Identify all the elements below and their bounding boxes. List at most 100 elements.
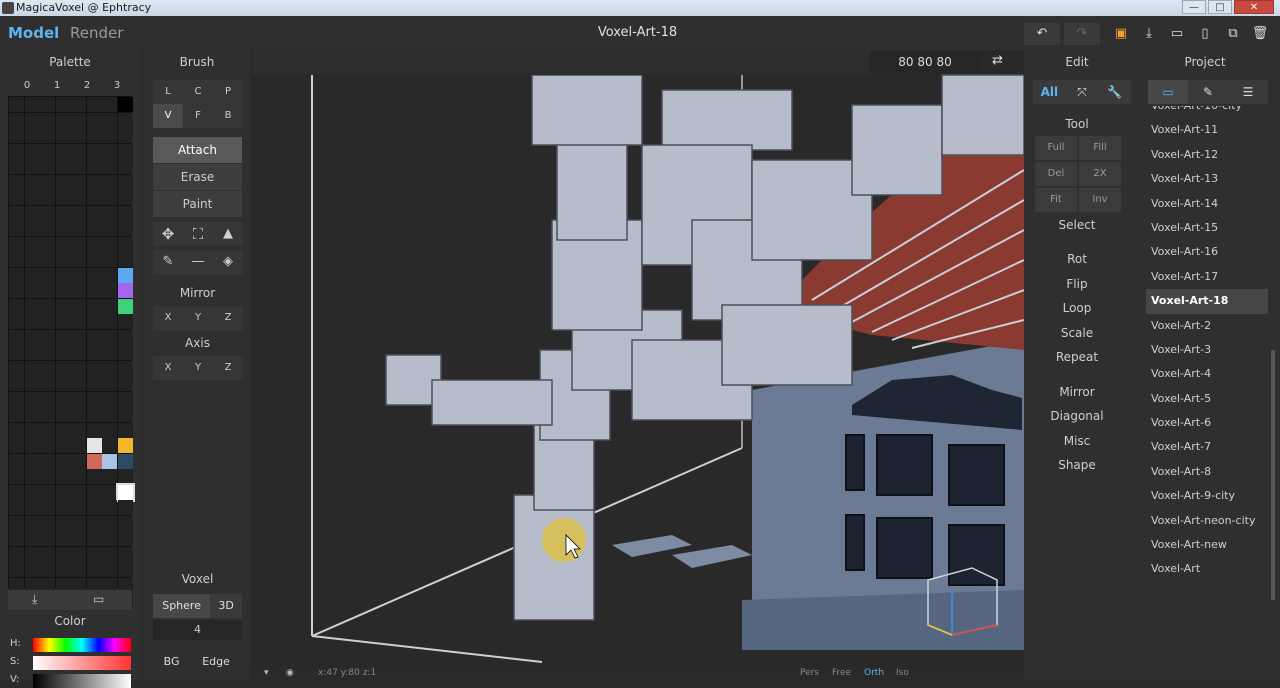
undo-button[interactable]: ↶ — [1024, 23, 1060, 45]
palette-swatch[interactable] — [24, 159, 40, 174]
palette-swatch[interactable] — [24, 500, 40, 515]
palette-swatch[interactable] — [55, 97, 71, 112]
palette-swatch[interactable] — [71, 174, 86, 190]
palette-swatch[interactable] — [55, 128, 71, 143]
palette-swatch[interactable] — [9, 407, 24, 422]
palette-swatch[interactable] — [86, 407, 102, 422]
palette-swatch[interactable] — [9, 360, 24, 376]
palette-swatch[interactable] — [71, 453, 86, 469]
palette-swatch[interactable] — [71, 112, 86, 128]
fit-button[interactable]: Fit — [1035, 188, 1077, 212]
palette-swatch[interactable] — [102, 329, 117, 345]
palette-swatch[interactable] — [86, 360, 102, 376]
view-orth[interactable]: Orth — [864, 668, 884, 678]
palette-swatch[interactable] — [102, 345, 117, 360]
attach-button[interactable]: Attach — [153, 137, 242, 163]
palette-swatch[interactable] — [40, 112, 55, 128]
palette-swatch[interactable] — [55, 360, 71, 376]
project-file-item[interactable]: Voxel-Art-16 — [1146, 240, 1268, 264]
palette-swatch[interactable] — [24, 515, 40, 531]
erase-button[interactable]: Erase — [153, 164, 242, 190]
project-file-item[interactable]: Voxel-Art-2 — [1146, 314, 1268, 338]
project-file-item[interactable]: Voxel-Art-4 — [1146, 362, 1268, 386]
palette-swatch[interactable] — [86, 422, 102, 438]
project-scrollbar[interactable] — [1271, 350, 1275, 600]
move-icon[interactable]: ✥ — [153, 222, 183, 246]
palette-swatch[interactable] — [24, 283, 40, 298]
flip-button[interactable]: Flip — [1024, 277, 1130, 291]
palette-swatch[interactable] — [55, 438, 71, 453]
scale-button[interactable]: Scale — [1024, 326, 1130, 340]
palette-swatch[interactable] — [102, 128, 117, 143]
palette-swatch[interactable] — [40, 283, 55, 298]
palette-swatch[interactable] — [24, 345, 40, 360]
palette-swatch[interactable] — [117, 422, 133, 438]
palette-swatch[interactable] — [9, 515, 24, 531]
palette-swatch[interactable] — [117, 562, 133, 577]
palette-swatch[interactable] — [86, 205, 102, 221]
palette-swatch[interactable] — [55, 190, 71, 205]
palette-swatch[interactable] — [71, 159, 86, 174]
palette-col[interactable]: 2 — [72, 80, 102, 94]
palette-swatch[interactable] — [40, 531, 55, 546]
palette-swatch[interactable] — [24, 546, 40, 562]
palette-swatch[interactable] — [9, 484, 24, 500]
palette-swatch[interactable] — [40, 484, 55, 500]
palette-swatch[interactable] — [117, 469, 133, 484]
folder-icon[interactable]: ▭ — [93, 592, 104, 606]
palette-swatch[interactable] — [24, 453, 40, 469]
palette-swatch[interactable] — [55, 391, 71, 407]
palette-swatch[interactable] — [24, 484, 40, 500]
palette-swatch[interactable] — [40, 391, 55, 407]
palette-swatch[interactable] — [9, 345, 24, 360]
palette-swatch[interactable] — [117, 267, 133, 283]
palette-swatch[interactable] — [24, 252, 40, 267]
palette-swatch[interactable] — [115, 482, 135, 502]
project-file-item[interactable]: Voxel-Art-12 — [1146, 143, 1268, 167]
bg-button[interactable]: BG — [153, 650, 190, 674]
palette-swatch[interactable] — [55, 500, 71, 515]
palette-swatch[interactable] — [71, 469, 86, 484]
palette-swatch[interactable] — [102, 143, 117, 159]
palette-swatch[interactable] — [9, 205, 24, 221]
open-button[interactable]: ▭ — [1167, 25, 1187, 45]
view-pers[interactable]: Pers — [800, 668, 819, 678]
palette-swatch[interactable] — [86, 515, 102, 531]
palette-swatch[interactable] — [102, 484, 117, 500]
inv-button[interactable]: Inv — [1079, 188, 1121, 212]
palette-swatch[interactable] — [40, 407, 55, 422]
palette-swatch[interactable] — [86, 345, 102, 360]
palette-swatch[interactable] — [86, 112, 102, 128]
rot-button[interactable]: Rot — [1024, 252, 1130, 266]
export-button[interactable]: ⤓ — [1139, 25, 1159, 45]
palette-swatch[interactable] — [102, 469, 117, 484]
brush-type-f[interactable]: F — [183, 104, 213, 128]
diagonal-button[interactable]: Diagonal — [1024, 409, 1130, 423]
fill-button[interactable]: Fill — [1079, 136, 1121, 160]
palette-swatch[interactable] — [24, 190, 40, 205]
palette-swatch[interactable] — [71, 438, 86, 453]
palette-swatch[interactable] — [86, 298, 102, 314]
palette-swatch[interactable] — [86, 453, 102, 469]
brush-type-c[interactable]: C — [183, 80, 213, 104]
brush-type-v[interactable]: V — [153, 104, 183, 128]
palette-swatch[interactable] — [117, 314, 133, 329]
edge-button[interactable]: Edge — [190, 650, 242, 674]
palette-swatch[interactable] — [55, 407, 71, 422]
brush-type-l[interactable]: L — [153, 80, 183, 104]
folder-tab-icon[interactable]: ▭ — [1148, 80, 1188, 104]
palette-swatch[interactable] — [55, 252, 71, 267]
mirror-x-toggle[interactable]: X — [153, 306, 183, 330]
project-file-item[interactable]: Voxel-Art-14 — [1146, 192, 1268, 216]
palette-swatch[interactable] — [24, 469, 40, 484]
palette-swatch[interactable] — [86, 221, 102, 236]
minimize-button[interactable]: — — [1182, 0, 1206, 14]
brush-tab-icon[interactable]: ✎ — [1188, 80, 1228, 104]
fill-icon[interactable]: ◈ — [213, 250, 243, 274]
palette-swatch[interactable] — [102, 221, 117, 236]
palette-swatch[interactable] — [71, 283, 86, 298]
palette-col[interactable]: 0 — [12, 80, 42, 94]
palette-swatch[interactable] — [24, 360, 40, 376]
palette-swatch[interactable] — [9, 252, 24, 267]
palette-swatch[interactable] — [24, 205, 40, 221]
